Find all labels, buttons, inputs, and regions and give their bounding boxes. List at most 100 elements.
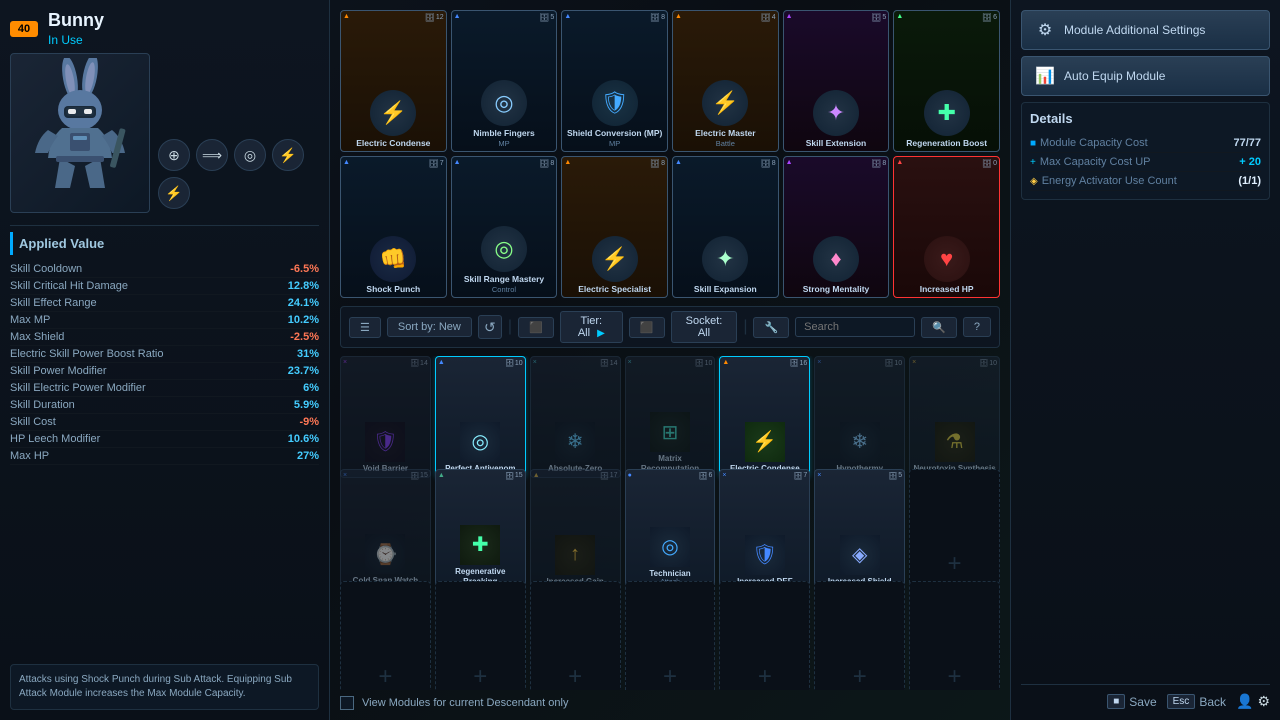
inv-name-10: Technician	[649, 569, 690, 579]
equipped-badge-0: 🗄12	[425, 13, 444, 22]
char-icon-arrow[interactable]: ⟹	[196, 139, 228, 171]
refresh-button[interactable]: ↺	[478, 315, 502, 339]
inv-module-5[interactable]: × 🗄10 ❄ Hypothermy	[814, 356, 905, 477]
equipped-module-7[interactable]: ▲ 🗄8 ◎ Skill Range Mastery Control	[451, 156, 558, 298]
equipped-badge-left-9: ▲	[675, 159, 682, 166]
equipped-icon-1: ◎	[481, 80, 527, 126]
inv-module-2[interactable]: × 🗄14 ❄ Absolute-Zero	[530, 356, 621, 477]
char-icon-eye[interactable]: ◎	[234, 139, 266, 171]
equipped-badge-left-1: ▲	[454, 13, 461, 20]
equipped-module-1[interactable]: ▲ 🗄5 ◎ Nimble Fingers MP	[451, 10, 558, 152]
character-area: ⊕ ⟹ ◎ ⚡ ⚡	[10, 53, 319, 213]
stat-name-3: Skill Effect Range	[10, 297, 97, 309]
tier-filter-button[interactable]: Tier: All ▶	[560, 311, 623, 343]
module-settings-label: Module Additional Settings	[1064, 23, 1205, 37]
equipped-sub-2: MP	[609, 139, 620, 148]
inv-badge-left-6: ×	[912, 359, 916, 366]
inv-module-19[interactable]: +	[814, 581, 905, 690]
inv-badge-left-4: ▲	[722, 359, 729, 366]
stat-row-12: Max HP 27%	[10, 448, 319, 465]
equipped-module-11[interactable]: ▲ 🗄0 ♥ Increased HP	[893, 156, 1000, 298]
equipped-badge-1: 🗄5	[539, 13, 554, 22]
tool-icon: 🔧	[764, 321, 778, 334]
equipped-module-10[interactable]: ▲ 🗄8 ♦ Strong Mentality	[783, 156, 890, 298]
equipped-module-3[interactable]: ▲ 🗄4 ⚡ Electric Master Battle	[672, 10, 779, 152]
layers-icon: ⬛	[529, 321, 543, 334]
inv-module-10[interactable]: ● 🗄6 ◎ Technician Attack	[625, 469, 716, 590]
equipped-module-6[interactable]: ▲ 🗄7 👊 Shock Punch	[340, 156, 447, 298]
back-button[interactable]: Esc Back	[1167, 694, 1226, 709]
inv-module-3[interactable]: × 🗄10 ⊞ Matrix Recomputation	[625, 356, 716, 477]
layers-btn[interactable]: ⬛	[518, 317, 554, 338]
inv-icon-5: ❄	[840, 422, 880, 462]
equipped-module-2[interactable]: ▲ 🗄8 🛡 Shield Conversion (MP) MP	[561, 10, 668, 152]
stat-row-3: Skill Effect Range 24.1%	[10, 295, 319, 312]
char-icon-target[interactable]: ⊕	[158, 139, 190, 171]
char-icon-lightning2[interactable]: ⚡	[158, 177, 190, 209]
stat-row-6: Electric Skill Power Boost Ratio 31%	[10, 346, 319, 363]
stat-name-4: Max MP	[10, 314, 50, 326]
search-icon-btn[interactable]: 🔧	[753, 317, 789, 338]
character-icons: ⊕ ⟹ ◎ ⚡ ⚡	[158, 129, 319, 209]
inv-module-8[interactable]: ▲ 🗄15 ✚ Regenerative Breaking	[435, 469, 526, 590]
equipped-module-4[interactable]: ▲ 🗄5 ✦ Skill Extension	[783, 10, 890, 152]
equipped-icon-8: ⚡	[592, 236, 638, 282]
equipped-module-8[interactable]: ▲ 🗄8 ⚡ Electric Specialist	[561, 156, 668, 298]
character-svg	[20, 58, 140, 208]
inv-icon-empty-19: +	[840, 657, 880, 690]
inv-module-14[interactable]: +	[340, 581, 431, 690]
inv-icon-12: ◈	[840, 535, 880, 575]
inv-module-1[interactable]: ▲ 🗄10 ◎ Perfect Antivenom	[435, 356, 526, 477]
save-button[interactable]: ■ Save	[1107, 694, 1156, 709]
inv-module-16[interactable]: +	[530, 581, 621, 690]
inv-module-7[interactable]: × 🗄15 ⌚ Cold Snap Watch	[340, 469, 431, 590]
equipped-name-9: Skill Expansion	[694, 284, 757, 294]
stat-row-9: Skill Duration 5.9%	[10, 397, 319, 414]
inv-module-12[interactable]: × 🗄5 ◈ Increased Shield	[814, 469, 905, 590]
auto-equip-button[interactable]: 📊 Auto Equip Module	[1021, 56, 1270, 96]
stat-name-6: Electric Skill Power Boost Ratio	[10, 348, 163, 360]
inv-module-6[interactable]: × 🗄10 ⚗ Neurotoxin Synthesis	[909, 356, 1000, 477]
equipped-badge-10: 🗄8	[871, 159, 886, 168]
capacity-value: 77/77	[1233, 137, 1261, 149]
view-descendant-checkbox[interactable]	[340, 696, 354, 710]
inv-module-4[interactable]: ▲ 🗄16 ⚡ Electric Condense	[719, 356, 810, 477]
char-icon-lightning1[interactable]: ⚡	[272, 139, 304, 171]
equipped-icon-3: ⚡	[702, 80, 748, 126]
help-button[interactable]: ?	[963, 317, 991, 337]
sort-by-button[interactable]: Sort by: New	[387, 317, 472, 337]
equipped-badge-left-4: ▲	[786, 13, 793, 20]
inv-module-11[interactable]: × 🗄7 🛡 Increased DEF	[719, 469, 810, 590]
back-key-badge: Esc	[1167, 694, 1196, 709]
stat-name-10: Skill Cost	[10, 416, 56, 428]
equipped-module-0[interactable]: ▲ 🗄12 ⚡ Electric Condense	[340, 10, 447, 152]
module-additional-settings-button[interactable]: ⚙ Module Additional Settings	[1021, 10, 1270, 50]
equipped-badge-left-8: ▲	[564, 159, 571, 166]
filter-icon-btn[interactable]: ☰	[349, 317, 381, 338]
inv-module-9[interactable]: ▲ 🗄17 ↑ Increased Gain	[530, 469, 621, 590]
inv-badge-left-2: ×	[533, 359, 537, 366]
inv-icon-3: ⊞	[650, 412, 690, 452]
description-text: Attacks using Shock Punch during Sub Att…	[19, 674, 292, 699]
inv-module-17[interactable]: +	[625, 581, 716, 690]
stat-name-7: Skill Power Modifier	[10, 365, 107, 377]
inv-module-15[interactable]: +	[435, 581, 526, 690]
inv-badge-left-11: ×	[722, 472, 726, 479]
stat-value-11: 10.6%	[288, 433, 319, 445]
equipped-module-9[interactable]: ▲ 🗄8 ✦ Skill Expansion	[672, 156, 779, 298]
question-icon: ?	[974, 321, 980, 333]
stat-value-4: 10.2%	[288, 314, 319, 326]
search-button[interactable]: 🔍	[921, 317, 957, 338]
stat-row-8: Skill Electric Power Modifier 6%	[10, 380, 319, 397]
equipped-badge-6: 🗄7	[429, 159, 444, 168]
inv-module-20[interactable]: +	[909, 581, 1000, 690]
inv-module-13[interactable]: +	[909, 469, 1000, 590]
equipped-name-2: Shield Conversion (MP)	[567, 128, 662, 138]
inv-module-18[interactable]: +	[719, 581, 810, 690]
tier-chevron-btn[interactable]: ⬛	[629, 317, 665, 338]
equipped-module-5[interactable]: ▲ 🗄6 ✚ Regeneration Boost	[893, 10, 1000, 152]
tier-arrow: ▶	[597, 328, 605, 339]
search-input[interactable]	[795, 317, 915, 337]
inv-module-0[interactable]: × 🗄14 🛡 Void Barrier	[340, 356, 431, 477]
socket-filter-button[interactable]: Socket: All	[671, 311, 738, 343]
